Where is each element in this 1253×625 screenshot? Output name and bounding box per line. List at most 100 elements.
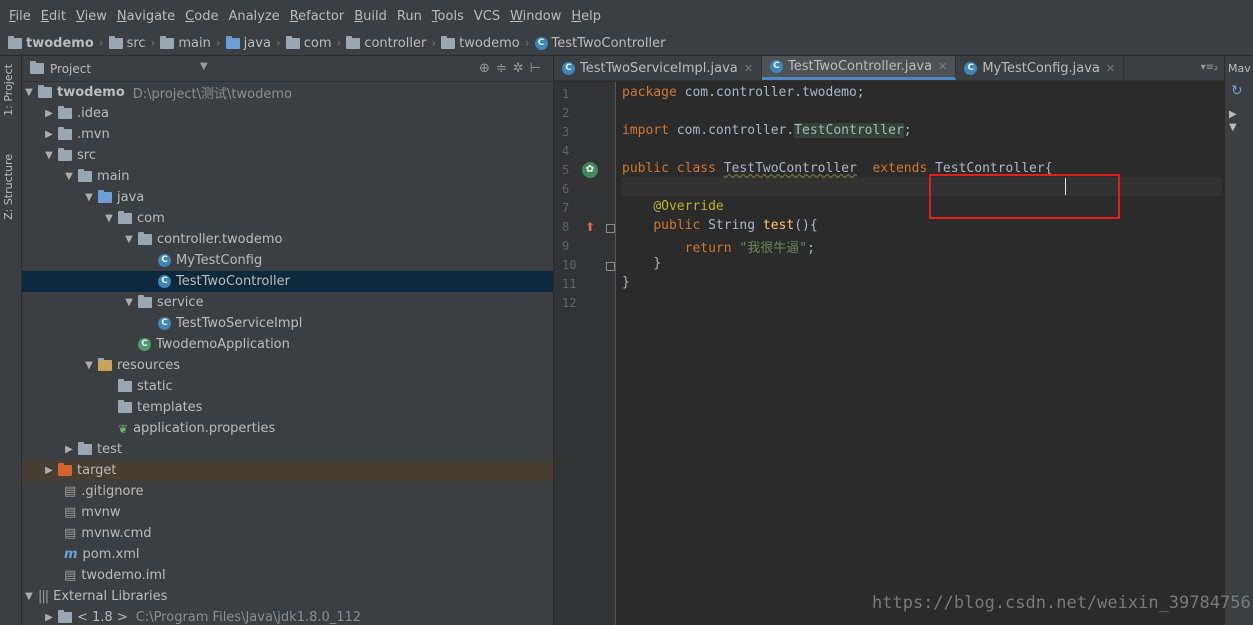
line-number: 2: [562, 106, 570, 120]
breadcrumb-item-project[interactable]: twodemo: [8, 35, 94, 51]
tree-node-testtwocontroller[interactable]: C TestTwoController: [22, 271, 553, 292]
close-icon[interactable]: ✕: [1106, 62, 1115, 75]
menu-run[interactable]: Run: [392, 9, 427, 24]
expanded-arrow-icon[interactable]: ▼: [122, 234, 136, 245]
tab-mytestconfig[interactable]: C MyTestConfig.java ✕: [956, 56, 1125, 80]
editor-tabs: C TestTwoServiceImpl.java ✕ C TestTwoContro…: [554, 56, 1224, 81]
menu-navigate[interactable]: Navigate: [112, 9, 180, 24]
menu-file[interactable]: File: [4, 9, 36, 24]
right-tool-strip: Mav ↻ ▶ ▼: [1224, 56, 1253, 625]
breadcrumb-item-class[interactable]: C TestTwoController: [534, 36, 665, 51]
collapsed-arrow-icon[interactable]: ▶: [62, 444, 76, 455]
project-view-icon: [30, 61, 44, 74]
tree-node-mvnw-cmd[interactable]: ▤ mvnw.cmd: [22, 523, 553, 544]
annotation-highlight-box: [929, 174, 1120, 219]
editor-gutter: 1 2 3 4 5 6 7 8 9 10 11 12 ✿ ⬆: [554, 82, 616, 625]
tree-node-static[interactable]: static: [22, 376, 553, 397]
code-line-3: import com.controller.TestController;: [622, 123, 912, 138]
tree-node-mvnw[interactable]: ▤ mvnw: [22, 502, 553, 523]
tree-node-twodemo-iml[interactable]: ▤ twodemo.iml: [22, 565, 553, 586]
spring-bean-gutter-icon[interactable]: ✿: [582, 162, 598, 178]
expanded-arrow-icon[interactable]: ▼: [102, 213, 116, 224]
menu-help[interactable]: Help: [566, 9, 606, 24]
menu-build[interactable]: Build: [349, 9, 392, 24]
tree-node-templates[interactable]: templates: [22, 397, 553, 418]
folder-icon: [118, 379, 132, 392]
tree-node-test[interactable]: ▶ test: [22, 439, 553, 460]
menu-window[interactable]: Window: [505, 9, 566, 24]
class-icon: C: [158, 275, 171, 288]
breadcrumb-item-java[interactable]: java: [225, 35, 271, 51]
tree-node-resources[interactable]: ▼ resources: [22, 355, 553, 376]
package-icon: [441, 35, 456, 49]
breadcrumb-item-com[interactable]: com: [285, 35, 332, 51]
tree-node-idea[interactable]: ▶ .idea: [22, 103, 553, 124]
fold-marker-icon[interactable]: [606, 262, 615, 271]
expanded-arrow-icon[interactable]: ▼: [122, 297, 136, 308]
collapsed-arrow-icon[interactable]: ▶: [42, 612, 56, 623]
tree-node-java[interactable]: ▼ java: [22, 187, 553, 208]
tab-structure-toolwindow[interactable]: Z: Structure: [2, 154, 15, 220]
tree-node-target[interactable]: ▶ target: [22, 460, 553, 481]
menu-view[interactable]: View: [71, 9, 112, 24]
gear-icon[interactable]: ✲: [513, 61, 530, 76]
tree-node-testtwoserviceimpl[interactable]: C TestTwoServiceImpl: [22, 313, 553, 334]
tree-node-service[interactable]: ▼ service: [22, 292, 553, 313]
tree-node-gitignore[interactable]: ▤ .gitignore: [22, 481, 553, 502]
tree-node-application-properties[interactable]: ❦ application.properties: [22, 418, 553, 439]
close-icon[interactable]: ✕: [938, 60, 947, 73]
tree-node-jdk[interactable]: ▶ < 1.8 > C:\Program Files\Java\jdk1.8.0_1…: [22, 607, 553, 625]
tree-node-src[interactable]: ▼ src: [22, 145, 553, 166]
hide-panel-icon[interactable]: ⊢: [530, 61, 547, 76]
collapsed-arrow-icon[interactable]: ▶: [1225, 99, 1253, 120]
override-gutter-icon[interactable]: ⬆: [582, 219, 598, 235]
tree-node-controller-twodemo[interactable]: ▼ controller.twodemo: [22, 229, 553, 250]
breadcrumb-item-controller[interactable]: controller: [346, 35, 426, 51]
fold-marker-icon[interactable]: [606, 224, 615, 233]
tree-node-mytestconfig[interactable]: C MyTestConfig: [22, 250, 553, 271]
menu-refactor[interactable]: Refactor: [285, 9, 350, 24]
tree-node-external-libraries[interactable]: ▼ ||| External Libraries: [22, 586, 553, 607]
tree-node-com[interactable]: ▼ com: [22, 208, 553, 229]
expanded-arrow-icon[interactable]: ▼: [1225, 120, 1253, 133]
tab-testtwoserviceimpl[interactable]: C TestTwoServiceImpl.java ✕: [554, 56, 762, 80]
expanded-arrow-icon[interactable]: ▼: [82, 360, 96, 371]
tree-node-mvn[interactable]: ▶ .mvn: [22, 124, 553, 145]
collapsed-arrow-icon[interactable]: ▶: [42, 465, 56, 476]
menu-analyze[interactable]: Analyze: [223, 9, 284, 24]
chevron-down-icon[interactable]: ▼: [200, 61, 208, 72]
tab-testtwocontroller[interactable]: C TestTwoController.java ✕: [761, 56, 957, 80]
expanded-arrow-icon[interactable]: ▼: [82, 192, 96, 203]
expanded-arrow-icon[interactable]: ▼: [22, 87, 36, 98]
project-panel-header: Project ▼ ⊕≑✲⊢: [22, 56, 553, 82]
expanded-arrow-icon[interactable]: ▼: [62, 171, 76, 182]
tree-node-main[interactable]: ▼ main: [22, 166, 553, 187]
collapsed-arrow-icon[interactable]: ▶: [42, 129, 56, 140]
class-icon: C: [534, 36, 548, 50]
breadcrumb-separator: ›: [215, 36, 221, 50]
menu-code[interactable]: Code: [180, 9, 223, 24]
tab-project-toolwindow[interactable]: 1: Project: [2, 64, 15, 116]
tabs-overflow-icon[interactable]: ▾≡₂: [1201, 62, 1218, 73]
locate-icon[interactable]: ⊕: [479, 61, 496, 76]
class-icon: C: [964, 61, 978, 75]
expanded-arrow-icon[interactable]: ▼: [42, 150, 56, 161]
menu-edit[interactable]: Edit: [36, 9, 71, 24]
folder-icon: [58, 148, 72, 161]
breadcrumb-item-main[interactable]: main: [160, 35, 211, 51]
tree-node-pom-xml[interactable]: m pom.xml: [22, 544, 553, 565]
project-toolbar: ⊕≑✲⊢: [479, 61, 547, 76]
menu-vcs[interactable]: VCS: [469, 9, 505, 24]
expanded-arrow-icon[interactable]: ▼: [22, 591, 36, 602]
menu-tools[interactable]: Tools: [427, 9, 469, 24]
refresh-icon[interactable]: ↻: [1225, 75, 1253, 99]
breadcrumb-item-twodemo[interactable]: twodemo: [441, 35, 520, 51]
collapsed-arrow-icon[interactable]: ▶: [42, 108, 56, 119]
tree-node-twodemoapplication[interactable]: C TwodemoApplication: [22, 334, 553, 355]
project-view-selector[interactable]: Project: [50, 62, 91, 76]
breadcrumb-item-src[interactable]: src: [108, 35, 146, 51]
tab-maven-projects[interactable]: Mav: [1225, 56, 1253, 75]
tree-node-twodemo[interactable]: ▼ twodemo D:\project\测试\twodemo: [22, 82, 553, 103]
close-icon[interactable]: ✕: [744, 62, 753, 75]
collapse-all-icon[interactable]: ≑: [496, 61, 513, 76]
